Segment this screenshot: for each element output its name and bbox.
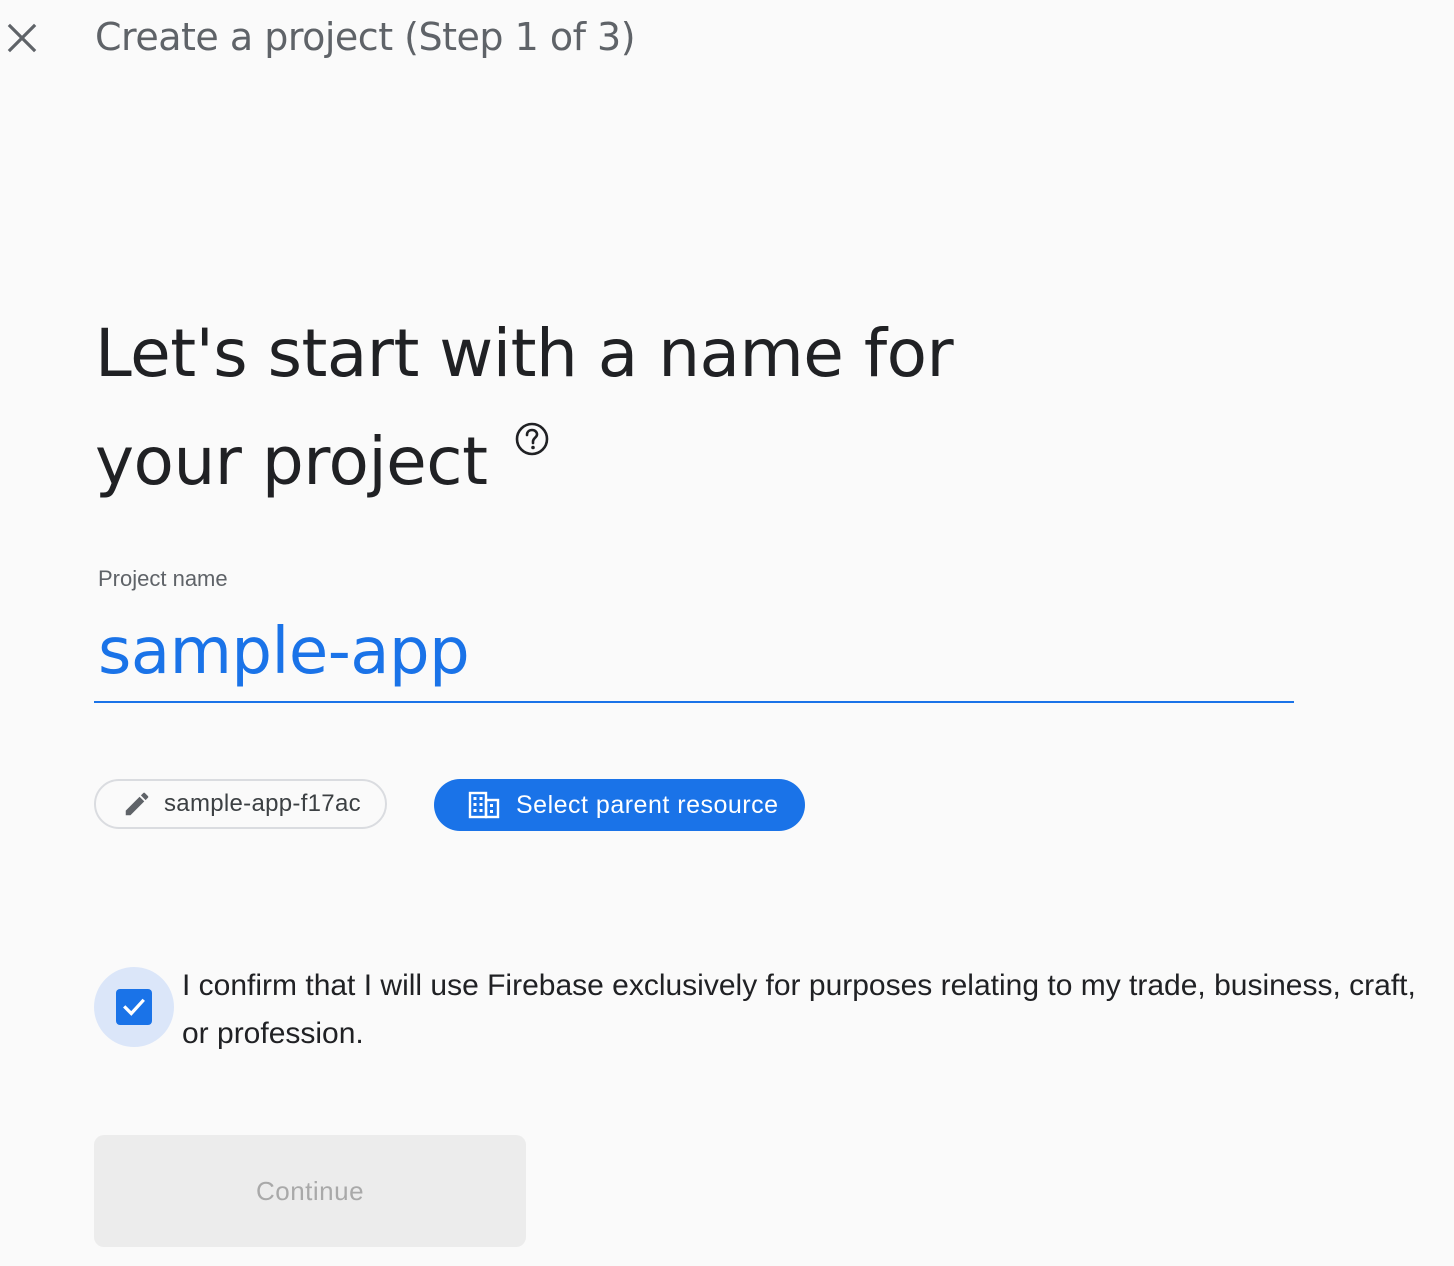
close-button[interactable] — [0, 14, 44, 62]
checkmark-icon — [123, 998, 145, 1016]
continue-button[interactable]: Continue — [94, 1135, 526, 1247]
project-name-label: Project name — [98, 566, 228, 591]
confirm-row: I confirm that I will use Firebase exclu… — [94, 962, 1434, 1058]
checkbox-box — [116, 989, 152, 1025]
page-title-line-1: Let's start with a name for — [95, 315, 954, 392]
select-parent-resource-button[interactable]: Select parent resource — [434, 779, 805, 831]
help-circle-icon[interactable] — [514, 421, 550, 457]
page-title-line-2: your project — [95, 423, 488, 500]
select-parent-resource-label: Select parent resource — [516, 790, 779, 819]
close-icon — [7, 23, 37, 53]
confirm-checkbox[interactable] — [94, 967, 174, 1047]
page-title: Let's start with a name for your project — [95, 300, 1055, 516]
project-id-chip[interactable]: sample-app-f17ac — [94, 779, 387, 829]
page-header-title: Create a project (Step 1 of 3) — [95, 15, 636, 59]
pencil-icon — [125, 792, 149, 816]
confirm-text: I confirm that I will use Firebase exclu… — [182, 969, 1416, 1050]
project-name-input[interactable] — [94, 603, 1294, 703]
building-icon — [468, 791, 500, 819]
project-id-label: sample-app-f17ac — [164, 790, 361, 817]
